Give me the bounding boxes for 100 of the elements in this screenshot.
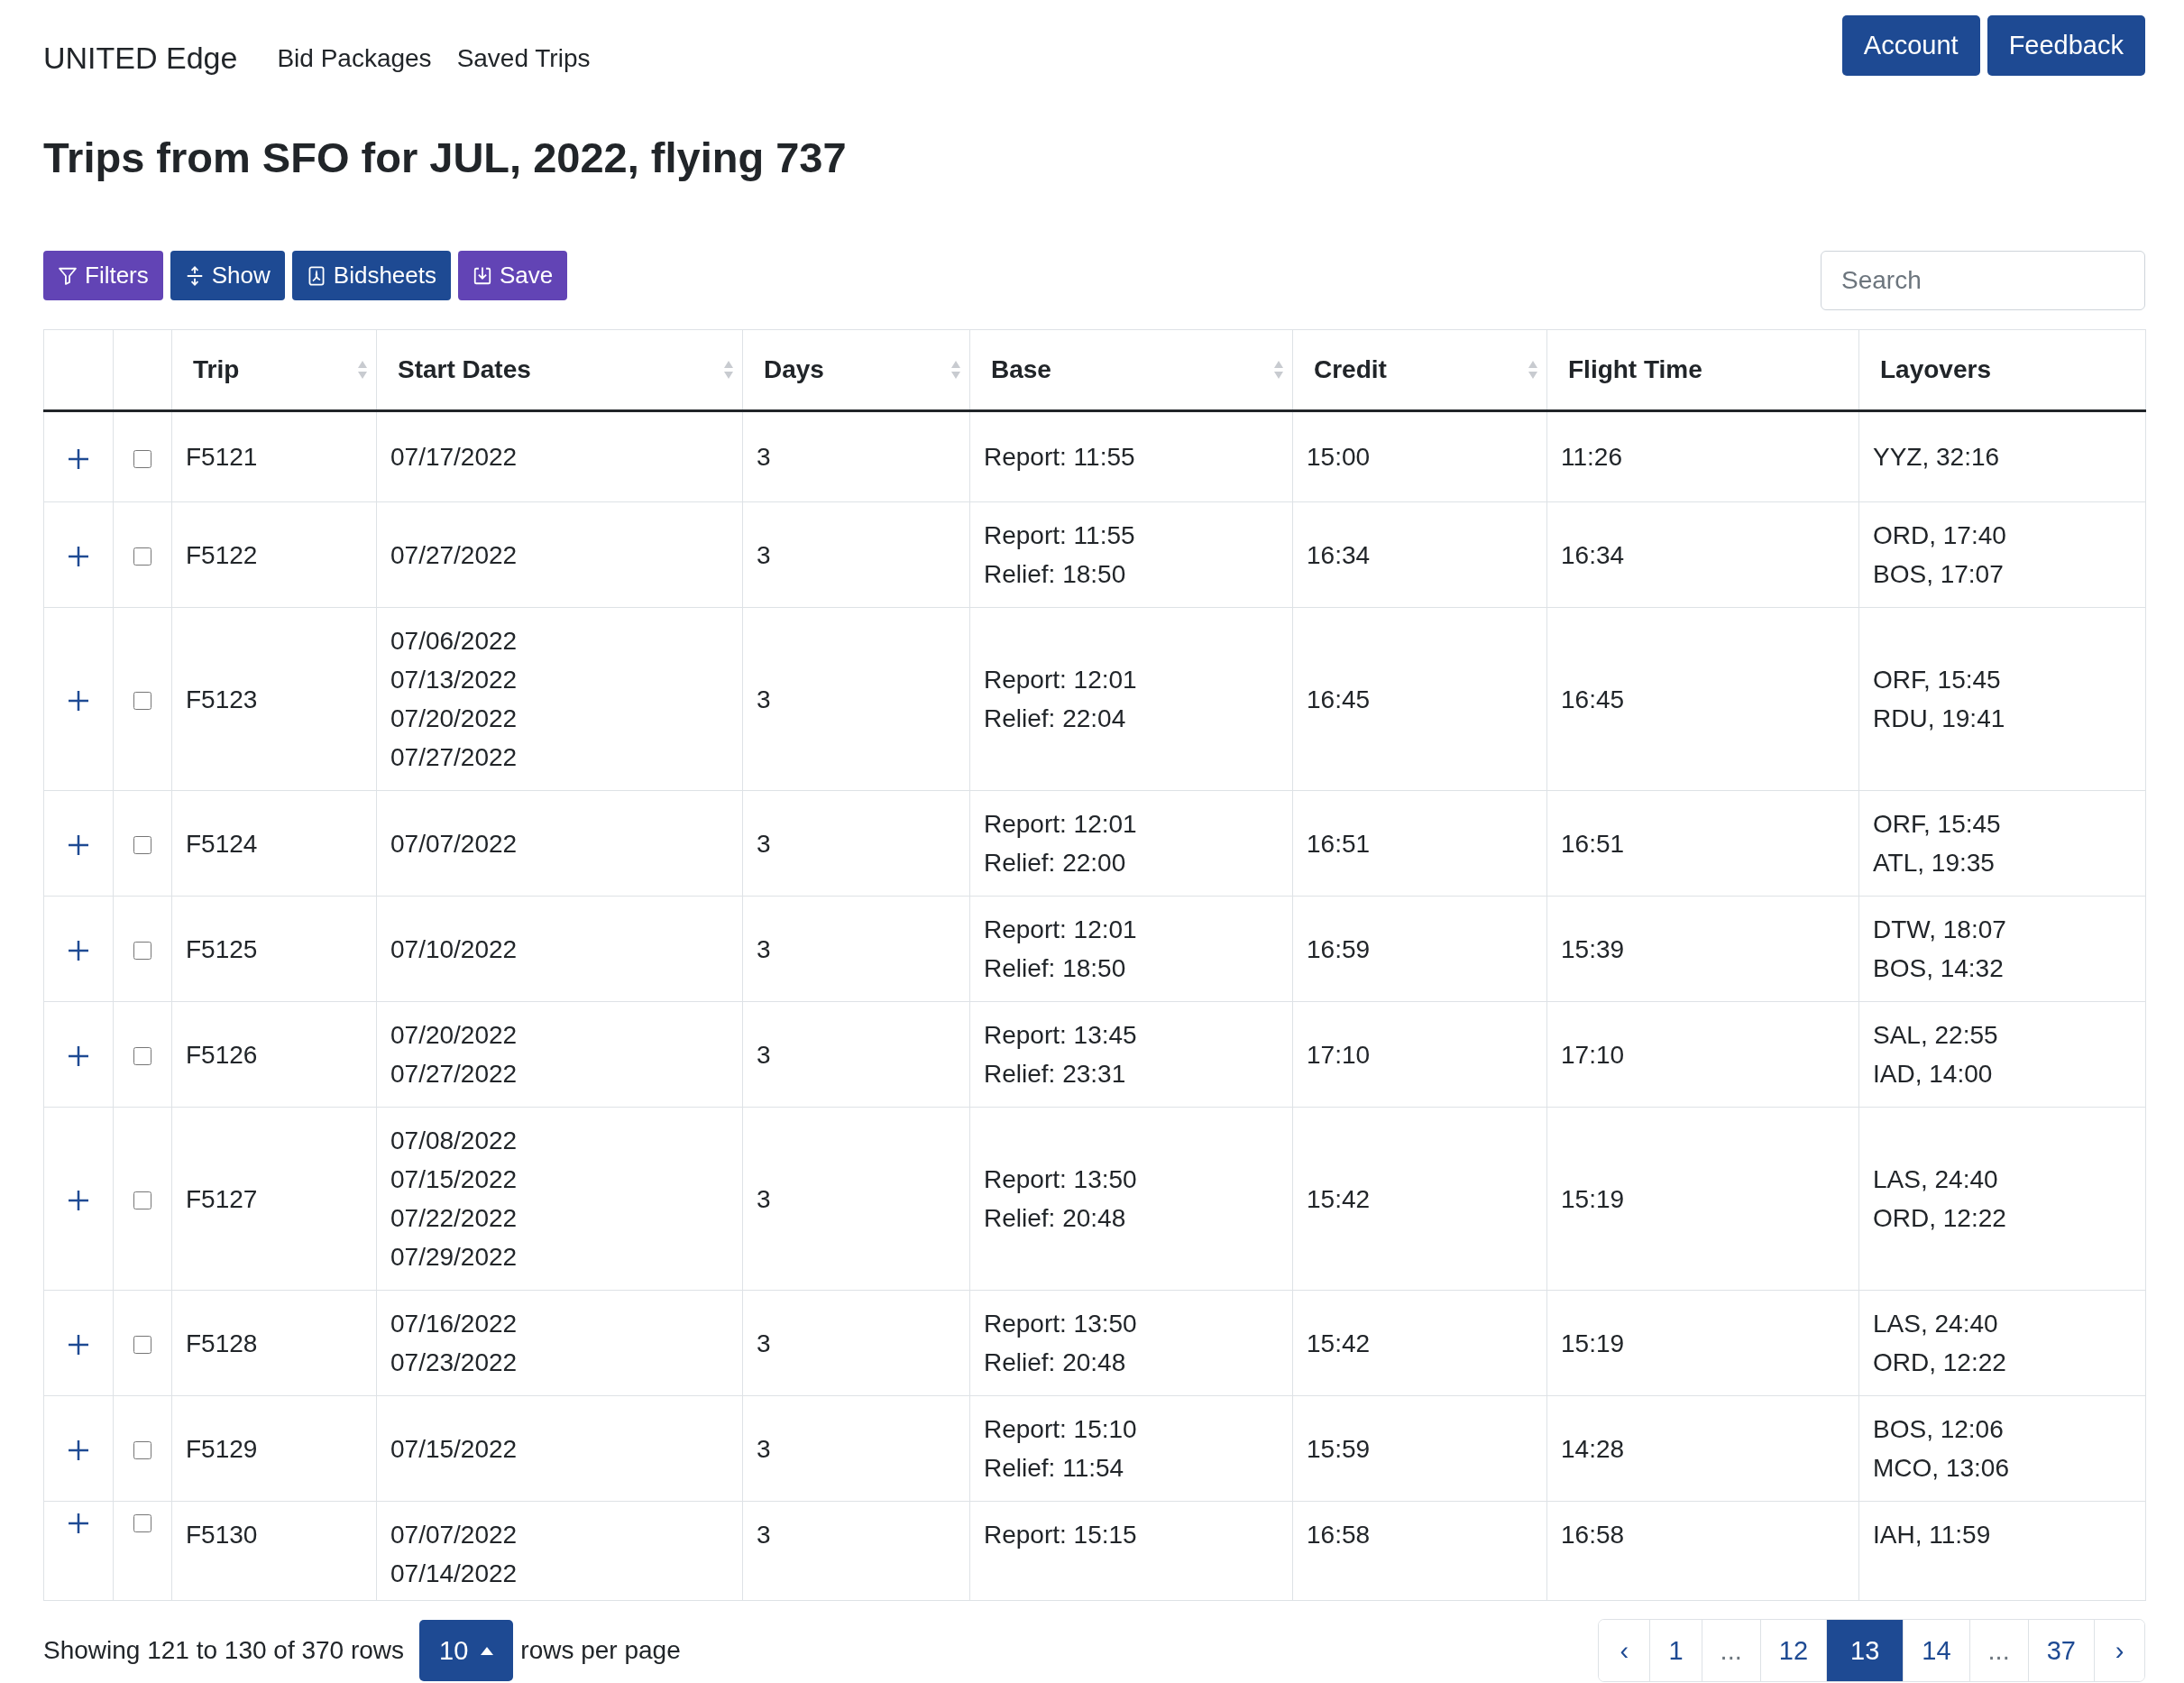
layover: BOS, 17:07 xyxy=(1873,559,2005,590)
filter-icon xyxy=(58,265,78,286)
row-checkbox[interactable] xyxy=(133,1191,151,1210)
plus-icon[interactable] xyxy=(67,1511,90,1535)
toolbar-button[interactable]: Save xyxy=(458,251,568,300)
plus-icon[interactable] xyxy=(67,1189,90,1213)
days-value: 3 xyxy=(757,1520,772,1550)
trip-id: F5123 xyxy=(186,684,259,715)
base-time: Relief: 20:48 xyxy=(984,1203,1127,1234)
rows-summary: Showing 121 to 130 of 370 rows xyxy=(43,1636,405,1665)
flight-time-value: 15:19 xyxy=(1561,1183,1626,1215)
next-page-button[interactable]: › xyxy=(2094,1620,2144,1681)
layover: DTW, 18:07 xyxy=(1873,915,2007,945)
row-checkbox[interactable] xyxy=(133,1336,151,1355)
credit-value: 16:59 xyxy=(1307,933,1372,965)
row-checkbox[interactable] xyxy=(133,449,151,468)
start-date: 07/15/2022 xyxy=(390,1164,518,1195)
nav-button[interactable]: Account xyxy=(1841,15,1980,76)
flight-time-value: 11:26 xyxy=(1561,442,1623,473)
plus-icon[interactable] xyxy=(67,939,90,963)
credit-value: 16:58 xyxy=(1307,1520,1372,1550)
days-value: 3 xyxy=(757,933,772,965)
start-date: 07/27/2022 xyxy=(390,742,518,773)
base-time: Report: 15:15 xyxy=(984,1520,1138,1550)
plus-icon[interactable] xyxy=(67,689,90,713)
column-header: Layovers xyxy=(1858,329,2146,411)
layover: LAS, 24:40 xyxy=(1873,1164,1999,1195)
plus-icon[interactable] xyxy=(67,833,90,858)
flight-time-value: 14:28 xyxy=(1561,1433,1626,1465)
days-value: 3 xyxy=(757,1039,772,1071)
base-time: Report: 12:01 xyxy=(984,809,1138,840)
layover: MCO, 13:06 xyxy=(1873,1453,2010,1484)
base-time: Relief: 18:50 xyxy=(984,953,1127,984)
column-header[interactable]: Base xyxy=(969,329,1293,411)
plus-icon[interactable] xyxy=(67,446,90,471)
brand-name[interactable]: UNITED Edge xyxy=(43,41,238,76)
days-value: 3 xyxy=(757,828,772,860)
layover: LAS, 24:40 xyxy=(1873,1309,1999,1339)
plus-icon[interactable] xyxy=(67,1439,90,1463)
start-date: 07/27/2022 xyxy=(390,1059,518,1090)
nav-link[interactable]: Bid Packages xyxy=(277,43,432,73)
base-time: Report: 11:55 xyxy=(984,520,1136,551)
row-checkbox[interactable] xyxy=(133,692,151,711)
base-time: Report: 13:50 xyxy=(984,1164,1138,1195)
start-date: 07/07/2022 xyxy=(390,828,518,860)
base-time: Relief: 20:48 xyxy=(984,1347,1127,1378)
layover: ORD, 17:40 xyxy=(1873,520,2007,551)
credit-value: 16:51 xyxy=(1307,828,1372,860)
trip-id: F5122 xyxy=(186,539,259,571)
trip-id: F5126 xyxy=(186,1039,259,1071)
row-checkbox[interactable] xyxy=(133,836,151,855)
plus-icon[interactable] xyxy=(67,1044,90,1069)
base-time: Relief: 22:04 xyxy=(984,704,1127,734)
start-date: 07/23/2022 xyxy=(390,1347,518,1378)
column-header[interactable]: Days xyxy=(742,329,970,411)
caret-up-icon xyxy=(481,1646,494,1655)
layover: SAL, 22:55 xyxy=(1873,1020,1999,1051)
flight-time-value: 16:45 xyxy=(1561,684,1626,715)
start-date: 07/06/2022 xyxy=(390,626,518,657)
trip-id: F5121 xyxy=(186,442,259,473)
rows-per-page-label: rows per page xyxy=(520,1636,681,1665)
row-checkbox[interactable] xyxy=(133,942,151,961)
row-checkbox[interactable] xyxy=(133,1441,151,1460)
base-time: Report: 15:10 xyxy=(984,1414,1138,1445)
page-button[interactable]: 13 xyxy=(1826,1620,1904,1681)
row-checkbox[interactable] xyxy=(133,547,151,566)
base-time: Report: 13:45 xyxy=(984,1020,1138,1051)
days-value: 3 xyxy=(757,442,772,473)
credit-value: 17:10 xyxy=(1307,1039,1372,1071)
flight-time-value: 16:58 xyxy=(1561,1520,1626,1550)
row-checkbox[interactable] xyxy=(133,1513,151,1532)
trip-id: F5128 xyxy=(186,1328,259,1359)
plus-icon[interactable] xyxy=(67,545,90,569)
plus-icon[interactable] xyxy=(67,1333,90,1357)
toolbar-button[interactable]: Filters xyxy=(43,251,163,300)
nav-link[interactable]: Saved Trips xyxy=(456,43,591,73)
search-field[interactable]: Search xyxy=(1821,251,2145,310)
credit-value: 16:34 xyxy=(1307,539,1372,571)
base-time: Report: 12:01 xyxy=(984,665,1138,695)
column-header[interactable]: Credit xyxy=(1292,329,1547,411)
layover: ORF, 15:45 xyxy=(1873,809,2002,840)
row-checkbox[interactable] xyxy=(133,1047,151,1066)
toolbar-button[interactable]: Bidsheets xyxy=(291,251,451,300)
start-date: 07/20/2022 xyxy=(390,704,518,734)
layover: ORD, 12:22 xyxy=(1873,1203,2007,1234)
page-title: Trips from SFO for JUL, 2022, flying 737 xyxy=(43,133,848,183)
page-size-dropdown[interactable]: 10 xyxy=(419,1620,514,1681)
days-value: 3 xyxy=(757,539,772,571)
start-date: 07/15/2022 xyxy=(390,1433,518,1465)
start-date: 07/08/2022 xyxy=(390,1126,518,1156)
column-header[interactable]: Trip xyxy=(171,329,377,411)
start-date: 07/27/2022 xyxy=(390,539,518,571)
toolbar-button[interactable]: Show xyxy=(170,251,285,300)
layover: RDU, 19:41 xyxy=(1873,704,2006,734)
start-date: 07/13/2022 xyxy=(390,665,518,695)
nav-button[interactable]: Feedback xyxy=(1987,15,2145,76)
days-value: 3 xyxy=(757,1433,772,1465)
flight-time-value: 16:51 xyxy=(1561,828,1626,860)
column-header[interactable]: Start Dates xyxy=(376,329,743,411)
layover: BOS, 12:06 xyxy=(1873,1414,2005,1445)
